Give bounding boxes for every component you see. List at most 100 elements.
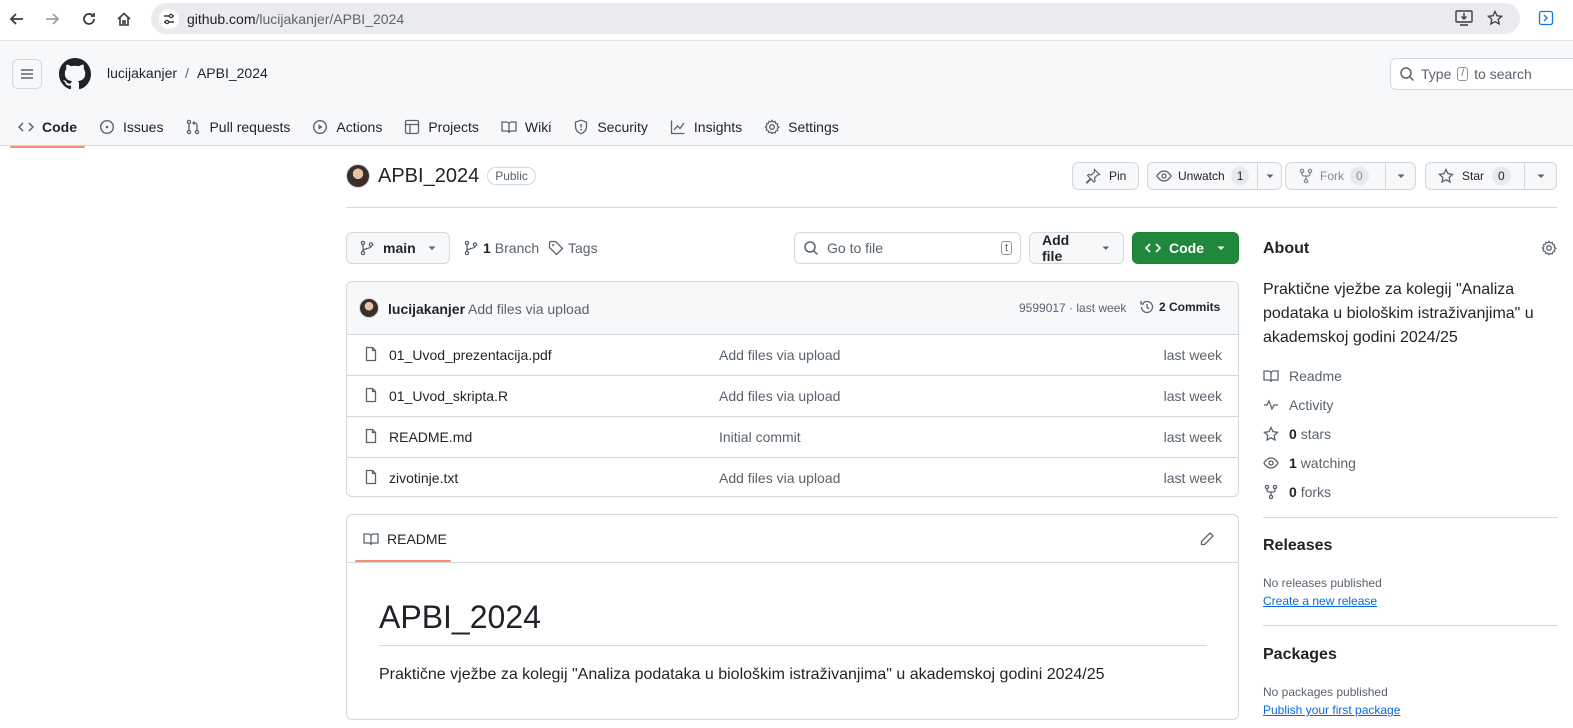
file-date: last week <box>1163 429 1222 445</box>
site-settings-icon[interactable] <box>159 9 179 29</box>
caret-down-icon <box>1397 174 1404 178</box>
star-count: 0 <box>1492 167 1511 185</box>
browser-toolbar: github.com/lucijakanjer/APBI_2024 <box>0 0 1573 41</box>
tab-wiki[interactable]: Wiki <box>493 107 559 147</box>
file-commit-message[interactable]: Add files via upload <box>719 347 840 363</box>
hamburger-icon <box>21 69 33 79</box>
file-name[interactable]: 01_Uvod_skripta.R <box>389 388 508 404</box>
readme-panel: README APBI_2024 Praktične vježbe za kol… <box>346 514 1239 720</box>
forward-icon[interactable] <box>40 7 64 31</box>
url-path: /lucijakanjer/APBI_2024 <box>255 11 405 27</box>
file-name[interactable]: zivotinje.txt <box>389 470 458 486</box>
tab-projects[interactable]: Projects <box>396 107 487 147</box>
eye-icon <box>1156 170 1172 182</box>
file-commit-message[interactable]: Initial commit <box>719 429 801 445</box>
pin-icon <box>1085 168 1101 184</box>
watching-link[interactable]: 1 watching <box>1263 448 1356 477</box>
search-input[interactable]: Type / to search <box>1390 58 1573 90</box>
stars-link[interactable]: 0 stars <box>1263 419 1356 448</box>
breadcrumb-owner[interactable]: lucijakanjer <box>107 65 177 81</box>
tab-pull-requests[interactable]: Pull requests <box>177 107 298 147</box>
activity-link[interactable]: Activity <box>1263 390 1356 419</box>
caret-down-icon <box>1102 246 1110 250</box>
file-commit-message[interactable]: Add files via upload <box>719 470 840 486</box>
stars-count: 0 <box>1289 425 1297 442</box>
watch-dropdown-button[interactable] <box>1258 162 1283 190</box>
caret-down-icon <box>1217 246 1225 250</box>
url-host: github.com <box>187 11 256 27</box>
star-dropdown-button[interactable] <box>1525 162 1557 190</box>
book-icon <box>363 533 379 546</box>
install-app-icon[interactable] <box>1455 10 1473 26</box>
extension-icon[interactable] <box>1538 10 1554 26</box>
forks-link[interactable]: 0 forks <box>1263 477 1356 506</box>
gear-icon[interactable] <box>1541 240 1557 256</box>
pin-button[interactable]: Pin <box>1072 162 1140 190</box>
add-file-button[interactable]: Add file <box>1029 232 1124 264</box>
unwatch-button[interactable]: Unwatch 1 <box>1147 162 1259 190</box>
fork-dropdown-button[interactable] <box>1386 162 1416 190</box>
book-icon <box>501 121 517 134</box>
commits-count: 2 Commits <box>1159 300 1221 314</box>
readme-link[interactable]: Readme <box>1263 361 1356 390</box>
packages-title[interactable]: Packages <box>1263 646 1337 664</box>
table-row[interactable]: zivotinje.txt Add files via upload last … <box>347 458 1238 496</box>
tab-settings[interactable]: Settings <box>756 107 847 147</box>
about-title: About <box>1263 240 1310 257</box>
tab-insights[interactable]: Insights <box>662 107 750 147</box>
pencil-icon[interactable] <box>1199 531 1215 547</box>
packages-empty-text: No packages published <box>1263 685 1388 699</box>
file-icon <box>365 469 377 485</box>
star-button[interactable]: Star 0 <box>1425 162 1525 190</box>
address-bar[interactable]: github.com/lucijakanjer/APBI_2024 <box>151 3 1520 34</box>
stars-label: stars <box>1300 425 1332 442</box>
commits-link[interactable]: 2 Commits <box>1139 299 1220 315</box>
create-release-link[interactable]: Create a new release <box>1263 594 1377 608</box>
hamburger-menu-button[interactable] <box>12 59 42 89</box>
tab-code[interactable]: Code <box>10 107 85 148</box>
tab-security[interactable]: Security <box>565 107 656 147</box>
publish-package-link[interactable]: Publish your first package <box>1263 703 1400 717</box>
fork-button[interactable]: Fork 0 <box>1285 162 1386 190</box>
github-header: lucijakanjer / APBI_2024 Type / to searc… <box>0 41 1573 148</box>
file-name[interactable]: 01_Uvod_prezentacija.pdf <box>389 347 552 363</box>
repo-name[interactable]: APBI_2024 <box>378 165 479 188</box>
table-row[interactable]: 01_Uvod_skripta.R Add files via upload l… <box>347 376 1238 417</box>
go-to-file-input[interactable]: Go to file t <box>794 232 1021 264</box>
github-logo-icon[interactable] <box>59 58 91 90</box>
code-button-label: Code <box>1169 240 1204 256</box>
branches-link[interactable]: 1 Branch <box>463 240 539 256</box>
breadcrumb-separator: / <box>185 65 189 81</box>
commit-message[interactable]: Add files via upload <box>468 301 589 317</box>
issue-icon <box>99 119 115 135</box>
tab-actions[interactable]: Actions <box>304 107 390 147</box>
sidebar-divider <box>1263 625 1558 626</box>
reload-icon[interactable] <box>77 7 101 31</box>
commit-author-avatar[interactable] <box>359 298 379 318</box>
file-name[interactable]: README.md <box>389 429 472 445</box>
tab-issues[interactable]: Issues <box>91 107 171 147</box>
owner-avatar[interactable] <box>346 164 370 188</box>
readme-tab[interactable]: README <box>355 515 455 563</box>
file-commit-message[interactable]: Add files via upload <box>719 388 840 404</box>
breadcrumb-repo[interactable]: APBI_2024 <box>197 65 268 81</box>
code-button[interactable]: Code <box>1132 232 1239 264</box>
file-date: last week <box>1163 388 1222 404</box>
commit-author[interactable]: lucijakanjer <box>388 301 465 317</box>
go-to-file-placeholder: Go to file <box>827 240 884 256</box>
tags-link[interactable]: Tags <box>548 240 598 256</box>
branch-select-button[interactable]: main <box>346 232 450 264</box>
fork-icon <box>1299 168 1313 184</box>
commit-hash-time[interactable]: 9599017 · last week <box>1019 301 1126 315</box>
file-table: lucijakanjer Add files via upload 959901… <box>346 281 1239 497</box>
back-icon[interactable] <box>5 7 29 31</box>
bookmark-star-icon[interactable] <box>1487 10 1503 26</box>
branch-count: 1 <box>483 240 491 256</box>
table-row[interactable]: 01_Uvod_prezentacija.pdf Add files via u… <box>347 335 1238 376</box>
home-icon[interactable] <box>112 7 136 31</box>
star-icon <box>1263 425 1279 441</box>
table-row[interactable]: README.md Initial commit last week <box>347 417 1238 458</box>
readme-body: Praktične vježbe za kolegij "Analiza pod… <box>379 666 1105 683</box>
go-to-file-shortcut: t <box>1000 241 1012 255</box>
releases-title[interactable]: Releases <box>1263 537 1332 555</box>
